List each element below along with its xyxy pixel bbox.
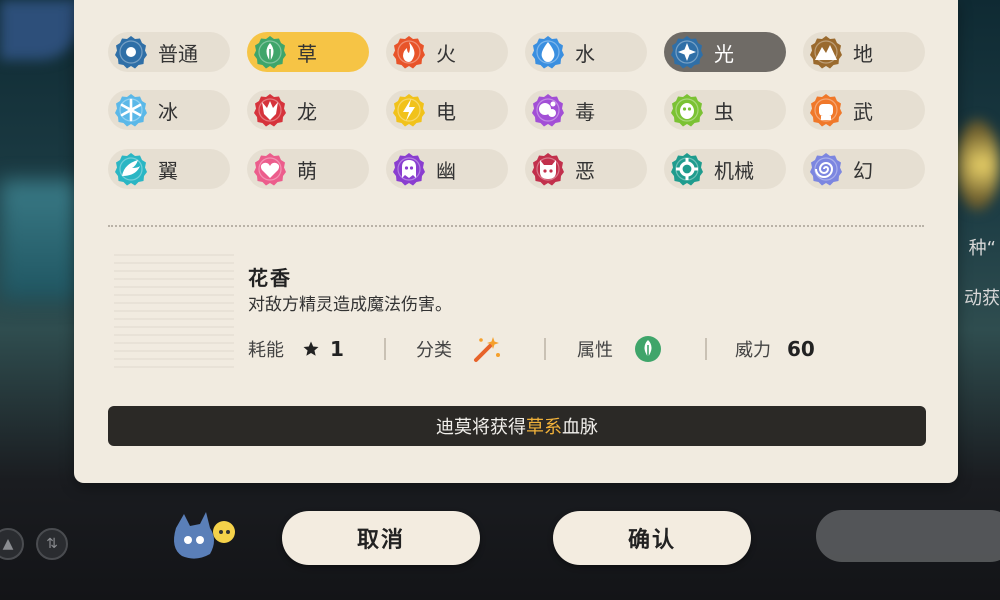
skill-description: 对敌方精灵造成魔法伤害。 (248, 295, 452, 315)
type-label: 地 (853, 41, 873, 66)
banner-suffix: 血脉 (562, 417, 598, 438)
stat-cost-value: 1 (330, 337, 344, 361)
type-select-panel: 普通 草 火 水 光 地冰 龙 电 毒 虫 武翼 萌 幽 恶 机械 幻 花香 对敌方精灵造成魔法伤害。 耗能 … (74, 0, 958, 483)
type-button-ground[interactable]: 地 (803, 32, 925, 72)
type-label: 机械 (714, 158, 754, 183)
type-label: 幻 (853, 158, 873, 183)
stat-cost: 耗能 1 (248, 336, 344, 362)
light-icon (670, 35, 704, 69)
stat-attribute: 属性 (577, 336, 663, 362)
type-button-cute[interactable]: 萌 (247, 149, 369, 189)
stat-category: 分类 (416, 336, 502, 362)
swap-icon: ⇅ (36, 528, 68, 560)
type-button-light[interactable]: 光 (664, 32, 786, 72)
confirm-button[interactable]: 确认 (553, 511, 751, 565)
type-button-electric[interactable]: 电 (386, 90, 508, 130)
type-button-fire[interactable]: 火 (386, 32, 508, 72)
banner-prefix: 迪莫将获得 (436, 417, 526, 438)
background-scenery (0, 180, 80, 300)
evil-icon (531, 152, 565, 186)
type-button-fighting[interactable]: 武 (803, 90, 925, 130)
type-button-wing[interactable]: 翼 (108, 149, 230, 189)
poison-icon (531, 93, 565, 127)
type-button-poison[interactable]: 毒 (525, 90, 647, 130)
type-label: 水 (575, 41, 595, 66)
stat-cost-label: 耗能 (248, 340, 284, 361)
stat-category-label: 分类 (416, 340, 452, 361)
normal-icon (114, 35, 148, 69)
background-character-right (955, 120, 1000, 210)
stat-separator (384, 338, 386, 360)
type-label: 龙 (297, 99, 317, 124)
stat-separator (544, 338, 546, 360)
type-button-mechanical[interactable]: 机械 (664, 149, 786, 189)
background-button (816, 510, 1000, 562)
skill-image-placeholder (114, 248, 234, 368)
type-label: 毒 (575, 99, 595, 124)
type-label: 普通 (158, 41, 198, 66)
ice-icon (114, 93, 148, 127)
type-button-illusion[interactable]: 幻 (803, 149, 925, 189)
background-round-icon: ▲ (0, 528, 24, 560)
type-button-evil[interactable]: 恶 (525, 149, 647, 189)
type-label: 萌 (297, 158, 317, 183)
grass-icon (633, 334, 663, 364)
type-label: 火 (436, 41, 456, 66)
type-button-water[interactable]: 水 (525, 32, 647, 72)
illusion-icon (809, 152, 843, 186)
type-label: 虫 (714, 99, 734, 124)
type-button-grass[interactable]: 草 (247, 32, 369, 72)
type-button-ice[interactable]: 冰 (108, 90, 230, 130)
electric-icon (392, 93, 426, 127)
pet-avatar-icon (174, 512, 235, 559)
grass-icon (253, 35, 287, 69)
bug-icon (670, 93, 704, 127)
dotted-divider (108, 225, 924, 227)
type-label: 草 (297, 41, 317, 66)
skill-name: 花香 (248, 266, 292, 290)
fire-icon (392, 35, 426, 69)
stat-attribute-label: 属性 (577, 340, 613, 361)
magic-wand-icon (472, 334, 502, 364)
type-button-normal[interactable]: 普通 (108, 32, 230, 72)
type-label: 武 (853, 99, 873, 124)
stat-power-value: 60 (787, 337, 815, 361)
type-label: 电 (436, 99, 456, 124)
wing-icon (114, 152, 148, 186)
type-button-ghost[interactable]: 幽 (386, 149, 508, 189)
ground-icon (809, 35, 843, 69)
bloodline-banner: 迪莫将获得 草系 血脉 (108, 406, 926, 446)
background-text: 种“ (968, 238, 996, 259)
cute-icon (253, 152, 287, 186)
banner-highlight: 草系 (526, 417, 562, 438)
stat-separator (705, 338, 707, 360)
type-label: 光 (714, 41, 734, 66)
type-button-bug[interactable]: 虫 (664, 90, 786, 130)
star-icon (302, 340, 320, 358)
mechanical-icon (670, 152, 704, 186)
water-icon (531, 35, 565, 69)
type-button-dragon[interactable]: 龙 (247, 90, 369, 130)
stat-power-label: 威力 (735, 340, 771, 361)
type-label: 恶 (575, 158, 595, 183)
type-label: 冰 (158, 99, 178, 124)
cancel-button[interactable]: 取消 (282, 511, 480, 565)
dragon-icon (253, 93, 287, 127)
ghost-icon (392, 152, 426, 186)
stat-power: 威力 60 (735, 336, 815, 362)
type-label: 翼 (158, 158, 178, 183)
background-character (0, 0, 80, 60)
type-label: 幽 (436, 158, 456, 183)
fighting-icon (809, 93, 843, 127)
background-text: 动获 (964, 288, 1000, 309)
